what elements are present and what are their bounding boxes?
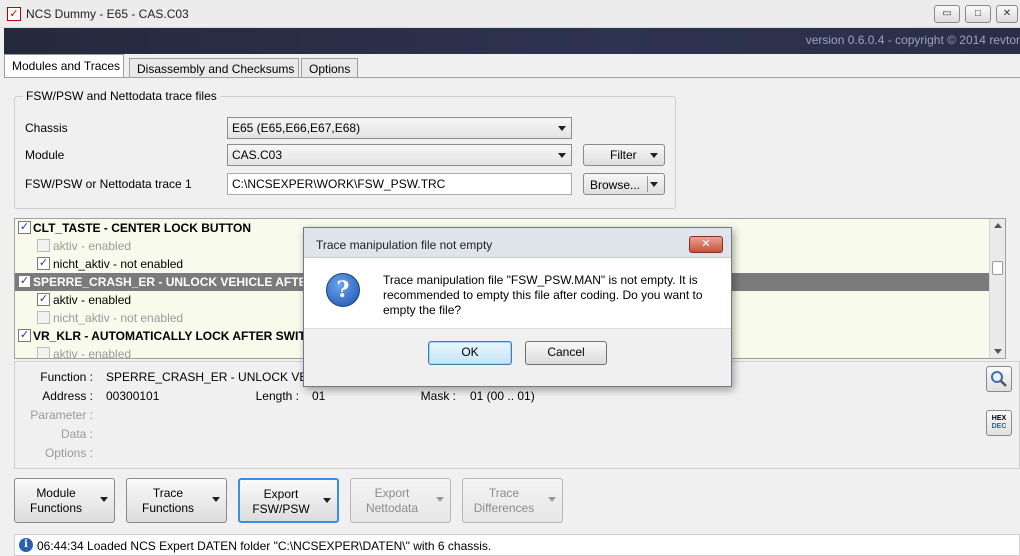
tab-modules-and-traces[interactable]: Modules and Traces	[4, 54, 124, 78]
module-select-value: CAS.C03	[232, 148, 283, 162]
header-banner: version 0.6.0.4 - copyright © 2014 revto…	[4, 28, 1020, 54]
chassis-select[interactable]: E65 (E65,E66,E67,E68)	[227, 117, 572, 139]
tab-disassembly-and-checksums[interactable]: Disassembly and Checksums	[129, 58, 299, 78]
length-value: 01	[312, 389, 326, 403]
checkbox-checked[interactable]: ✓	[37, 293, 50, 306]
length-label: Length :	[255, 389, 299, 403]
button-line1: Trace	[488, 486, 520, 500]
function-label: Function :	[40, 370, 93, 384]
scroll-down-icon[interactable]	[994, 349, 1002, 354]
address-value: 00300101	[106, 389, 160, 403]
button-line2: Functions	[29, 501, 83, 515]
tab-strip: Modules and Traces Disassembly and Check…	[4, 54, 1020, 78]
scroll-up-icon[interactable]	[994, 223, 1002, 228]
button-line2: Functions	[141, 501, 195, 515]
checkbox-checked[interactable]: ✓	[18, 221, 31, 234]
minimize-button[interactable]: ▭	[934, 5, 960, 23]
module-select[interactable]: CAS.C03	[227, 144, 572, 166]
trace-differences-button[interactable]: Trace Differences	[462, 478, 563, 523]
button-line1: Trace	[152, 486, 184, 500]
close-window-button[interactable]: ✕	[996, 5, 1018, 23]
chevron-down-icon	[323, 498, 331, 503]
mask-label: Mask :	[420, 389, 456, 403]
browse-button-label: Browse...	[590, 178, 641, 192]
chassis-label: Chassis	[25, 121, 68, 135]
info-icon: i	[19, 538, 33, 552]
title-bar: ✓ NCS Dummy - E65 - CAS.C03 ▭ □ ✕	[0, 0, 1020, 28]
button-line1: Export	[374, 486, 410, 500]
dialog-button-bar: OK Cancel	[304, 328, 731, 386]
tree-row-label: aktiv - enabled	[53, 347, 132, 359]
tree-row-label: aktiv - enabled	[53, 293, 132, 307]
address-label: Address :	[42, 389, 93, 403]
trace-file-input[interactable]: C:\NCSEXPER\WORK\FSW_PSW.TRC	[227, 173, 572, 195]
chevron-down-icon	[100, 497, 108, 502]
checkbox-unchecked[interactable]	[37, 311, 50, 324]
trace-files-group: FSW/PSW and Nettodata trace files Chassi…	[14, 89, 676, 209]
confirm-dialog: Trace manipulation file not empty ✕ ? Tr…	[303, 227, 732, 387]
magnifier-icon	[991, 371, 1007, 387]
group-legend: FSW/PSW and Nettodata trace files	[23, 89, 220, 103]
export-nettodata-button[interactable]: Export Nettodata	[350, 478, 451, 523]
mask-value: 01 (00 .. 01)	[470, 389, 535, 403]
filter-button[interactable]: Filter	[583, 144, 665, 166]
split-divider	[647, 176, 648, 192]
maximize-button[interactable]: □	[965, 5, 991, 23]
chevron-down-icon	[436, 497, 444, 502]
button-line1: Export	[263, 487, 299, 501]
checkbox-checked[interactable]: ✓	[37, 257, 50, 270]
chassis-select-value: E65 (E65,E66,E67,E68)	[232, 121, 361, 135]
trace-file-label: FSW/PSW or Nettodata trace 1	[25, 177, 192, 191]
status-message: 06:44:34 Loaded NCS Expert DATEN folder …	[37, 539, 492, 553]
data-label: Data :	[60, 427, 93, 441]
parameter-label: Parameter :	[30, 408, 93, 422]
search-button[interactable]	[986, 366, 1012, 392]
button-line2: Differences	[473, 501, 535, 515]
tree-row-label: nicht_aktiv - not enabled	[53, 257, 184, 271]
tree-row-label: CLT_TASTE - CENTER LOCK BUTTON	[33, 221, 251, 235]
tab-options[interactable]: Options	[301, 58, 358, 78]
checkbox-checked[interactable]: ✓	[18, 329, 31, 342]
chevron-down-icon	[650, 153, 658, 158]
tree-scrollbar[interactable]	[989, 219, 1005, 358]
dialog-title: Trace manipulation file not empty	[316, 238, 493, 252]
hex-label: HEX	[991, 415, 1007, 422]
hex-dec-toggle-button[interactable]: HEX DEC	[986, 410, 1012, 436]
button-line2: FSW/PSW	[252, 502, 310, 516]
window-title: NCS Dummy - E65 - CAS.C03	[26, 7, 189, 21]
export-fsw-psw-button[interactable]: Export FSW/PSW	[238, 478, 339, 523]
browse-button[interactable]: Browse...	[583, 173, 665, 195]
dialog-title-bar: Trace manipulation file not empty ✕	[304, 228, 731, 258]
ok-button[interactable]: OK	[428, 341, 512, 365]
chevron-down-icon	[212, 497, 220, 502]
checkbox-unchecked[interactable]	[37, 347, 50, 358]
chevron-down-icon	[548, 497, 556, 502]
button-line2: Nettodata	[365, 501, 419, 515]
checkbox-checked[interactable]: ✓	[18, 275, 31, 288]
version-text: version 0.6.0.4 - copyright © 2014 revto…	[805, 33, 1020, 47]
scroll-thumb[interactable]	[992, 261, 1003, 275]
trace-functions-button[interactable]: Trace Functions	[126, 478, 227, 523]
question-icon: ?	[326, 273, 360, 307]
chevron-down-icon[interactable]	[650, 182, 658, 187]
tree-row-label: nicht_aktiv - not enabled	[53, 311, 184, 325]
dialog-message: Trace manipulation file "FSW_PSW.MAN" is…	[383, 273, 703, 317]
status-log: i 06:44:34 Loaded NCS Expert DATEN folde…	[14, 534, 1020, 556]
filter-button-label: Filter	[610, 148, 637, 162]
checkbox-logo-icon: ✓	[7, 7, 21, 21]
module-functions-button[interactable]: Module Functions	[14, 478, 115, 523]
checkbox-unchecked[interactable]	[37, 239, 50, 252]
tree-row-label: aktiv - enabled	[53, 239, 132, 253]
options-label: Options :	[44, 446, 93, 460]
cancel-button[interactable]: Cancel	[525, 341, 607, 365]
dec-label: DEC	[991, 423, 1007, 430]
chevron-down-icon	[558, 153, 566, 158]
button-line1: Module	[36, 486, 76, 500]
chevron-down-icon	[558, 126, 566, 131]
module-label: Module	[25, 148, 65, 162]
close-icon[interactable]: ✕	[689, 236, 723, 253]
